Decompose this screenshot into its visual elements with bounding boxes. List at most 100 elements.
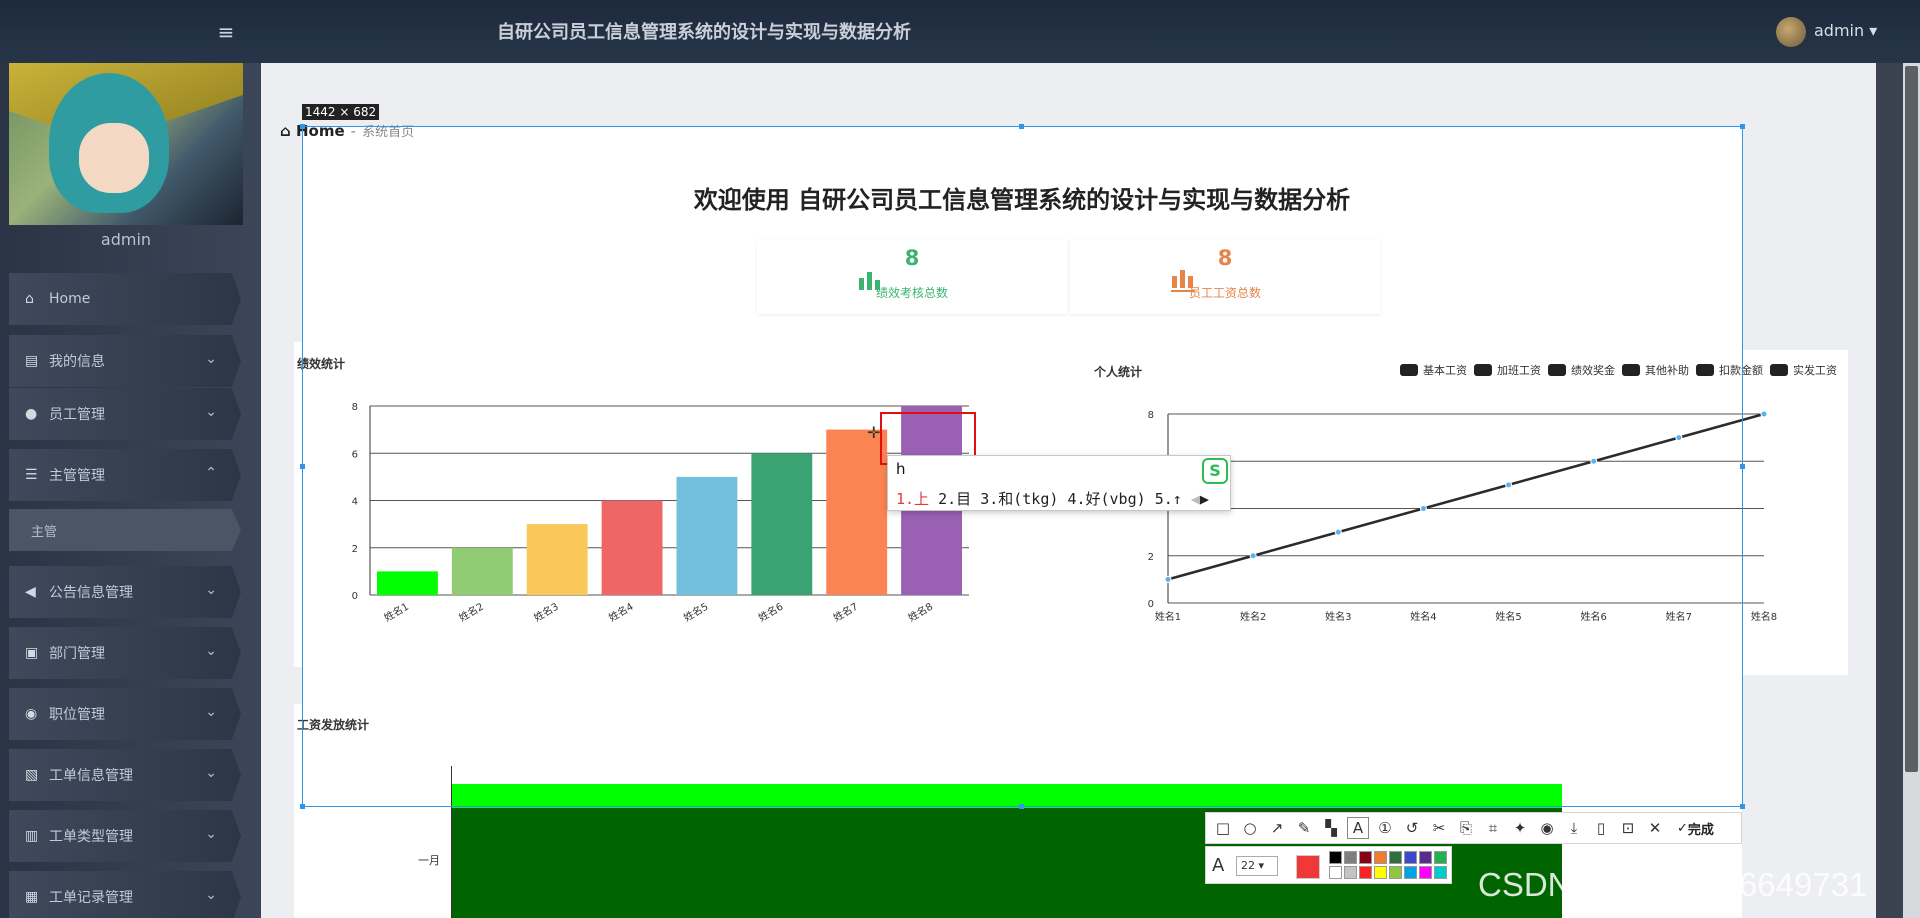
sidebar-item-label: 工单类型管理	[49, 829, 133, 845]
color-swatch[interactable]	[1434, 866, 1447, 879]
phone-icon[interactable]: ▯	[1590, 817, 1612, 839]
pen-icon[interactable]: ✎	[1293, 817, 1315, 839]
resize-handle[interactable]	[1740, 804, 1745, 809]
font-icon: A	[1212, 855, 1225, 876]
current-color-swatch[interactable]	[1296, 855, 1320, 879]
chevron-down-icon: ⌄	[205, 887, 217, 903]
ellipse-icon[interactable]: ○	[1239, 817, 1261, 839]
legend-item[interactable]: 实发工资	[1770, 362, 1837, 378]
sidebar-item-notice[interactable]: ◀ 公告信息管理 ⌄	[9, 566, 241, 618]
resize-handle[interactable]	[1019, 124, 1024, 129]
pin-icon[interactable]: ✦	[1509, 817, 1531, 839]
sidebar-subitem-supervisor[interactable]: 主管	[9, 509, 241, 551]
data-point	[1760, 410, 1768, 418]
menu-toggle-icon[interactable]: ≡	[215, 21, 237, 43]
close-icon[interactable]: ✕	[1644, 817, 1666, 839]
color-swatch[interactable]	[1344, 851, 1357, 864]
sidebar-item-ticket-record[interactable]: ▦ 工单记录管理 ⌄	[9, 871, 241, 918]
sidebar-item-label: 主管管理	[49, 468, 105, 484]
color-swatch[interactable]	[1404, 866, 1417, 879]
ime-input: h	[896, 460, 906, 478]
color-swatch[interactable]	[1389, 851, 1402, 864]
megaphone-icon: ◀	[25, 584, 36, 600]
sidebar-item-ticket-type[interactable]: ▥ 工单类型管理 ⌄	[9, 810, 241, 862]
watermark-text: CSDN @QQ_3786649731	[1478, 866, 1868, 903]
sidebar-item-home[interactable]: ⌂ Home	[9, 273, 241, 325]
sidebar-item-position[interactable]: ◉ 职位管理 ⌄	[9, 688, 241, 740]
color-swatch[interactable]	[1434, 851, 1447, 864]
done-button[interactable]: ✓ 完成	[1677, 817, 1714, 839]
done-label: 完成	[1687, 822, 1714, 838]
chevron-down-icon: ⌄	[205, 404, 217, 420]
chevron-down-icon: ⌄	[205, 351, 217, 367]
ime-candidate[interactable]: 1.上	[896, 490, 929, 508]
sidebar-item-my-info[interactable]: ▤ 我的信息 ⌄	[9, 335, 241, 387]
resize-handle[interactable]	[300, 124, 305, 129]
scrollbar-thumb[interactable]	[1905, 66, 1918, 772]
sidebar-subitem-label: 主管	[31, 524, 58, 540]
download-icon[interactable]: ⤓	[1563, 817, 1585, 839]
user-menu[interactable]: admin ▾	[1814, 21, 1877, 40]
sidebar-item-label: 部门管理	[49, 646, 105, 662]
sidebar-item-supervisor[interactable]: ☰ 主管管理 ⌃	[9, 449, 241, 501]
resize-handle[interactable]	[1740, 124, 1745, 129]
color-swatch[interactable]	[1359, 866, 1372, 879]
list-icon: ☰	[25, 467, 38, 483]
ime-candidates: 1.上 2.目 3.和(tkg) 4.好(vbg) 5.↑ ◀▶	[896, 488, 1209, 509]
color-swatch[interactable]	[1419, 866, 1432, 879]
sidebar-item-label: Home	[49, 291, 91, 307]
screenshot-toolbar: □ ○ ↗ ✎ ▚ A ① ↺ ✂ ⎘ ⌗ ✦ ◉ ⤓ ▯ ⊡ ✕ ✓ 完成	[1205, 812, 1742, 844]
text-icon[interactable]: A	[1347, 817, 1369, 839]
resize-handle[interactable]	[300, 464, 305, 469]
chevron-down-icon: ⌄	[205, 826, 217, 842]
ime-candidate[interactable]: 2.目	[938, 490, 971, 508]
color-swatch[interactable]	[1374, 866, 1387, 879]
font-size-select[interactable]: 22 ▾	[1236, 856, 1278, 876]
color-swatch[interactable]	[1374, 851, 1387, 864]
sogou-logo-icon: S	[1202, 458, 1228, 484]
prev-page-icon[interactable]: ◀	[1191, 490, 1200, 508]
color-swatch[interactable]	[1329, 851, 1342, 864]
sidebar-item-label: 员工管理	[49, 407, 105, 423]
rect-icon[interactable]: □	[1212, 817, 1234, 839]
color-swatch[interactable]	[1359, 851, 1372, 864]
sidebar-item-department[interactable]: ▣ 部门管理 ⌄	[9, 627, 241, 679]
resize-handle[interactable]	[1740, 464, 1745, 469]
mosaic-icon[interactable]: ▚	[1320, 817, 1342, 839]
resize-handle[interactable]	[300, 804, 305, 809]
arrow-icon[interactable]: ↗	[1266, 817, 1288, 839]
chevron-down-icon: ⌄	[205, 704, 217, 720]
resize-handle[interactable]	[1019, 804, 1024, 809]
color-swatch[interactable]	[1419, 851, 1432, 864]
ime-candidate[interactable]: 4.好(vbg)	[1067, 490, 1145, 508]
ime-candidate[interactable]: 3.和(tkg)	[980, 490, 1058, 508]
translate-icon[interactable]: ⎘	[1455, 817, 1477, 839]
home-icon: ⌂	[25, 291, 34, 307]
color-swatch[interactable]	[1329, 866, 1342, 879]
next-page-icon[interactable]: ▶	[1200, 490, 1209, 508]
sidebar-item-label: 职位管理	[49, 707, 105, 723]
sidebar-item-label: 公告信息管理	[49, 585, 133, 601]
ime-candidate[interactable]: 5.↑	[1155, 490, 1182, 508]
number-icon[interactable]: ①	[1374, 817, 1396, 839]
sidebar-item-employee[interactable]: ● 员工管理 ⌄	[9, 388, 241, 440]
ime-candidate-window[interactable]: h S 1.上 2.目 3.和(tkg) 4.好(vbg) 5.↑ ◀▶	[887, 455, 1231, 511]
sidebar-item-ticket[interactable]: ▧ 工单信息管理 ⌄	[9, 749, 241, 801]
color-swatch[interactable]	[1404, 851, 1417, 864]
bookmark-icon[interactable]: ⊡	[1617, 817, 1639, 839]
grid-icon: ▦	[25, 889, 39, 905]
category-label: 一月	[418, 854, 440, 867]
legend-label: 实发工资	[1793, 364, 1837, 377]
record-icon[interactable]: ◉	[1536, 817, 1558, 839]
undo-icon[interactable]: ↺	[1401, 817, 1423, 839]
chevron-down-icon: ⌄	[205, 643, 217, 659]
text-style-toolbar: A 22 ▾	[1205, 846, 1452, 884]
color-swatch[interactable]	[1344, 866, 1357, 879]
user-avatar[interactable]	[1776, 17, 1806, 47]
cut-icon[interactable]: ✂	[1428, 817, 1450, 839]
selection-size-label: 1442 × 682	[302, 104, 380, 120]
chevron-down-icon: ⌄	[205, 765, 217, 781]
home-icon: ⌂	[280, 122, 296, 140]
color-swatch[interactable]	[1389, 866, 1402, 879]
ocr-icon[interactable]: ⌗	[1482, 817, 1504, 839]
